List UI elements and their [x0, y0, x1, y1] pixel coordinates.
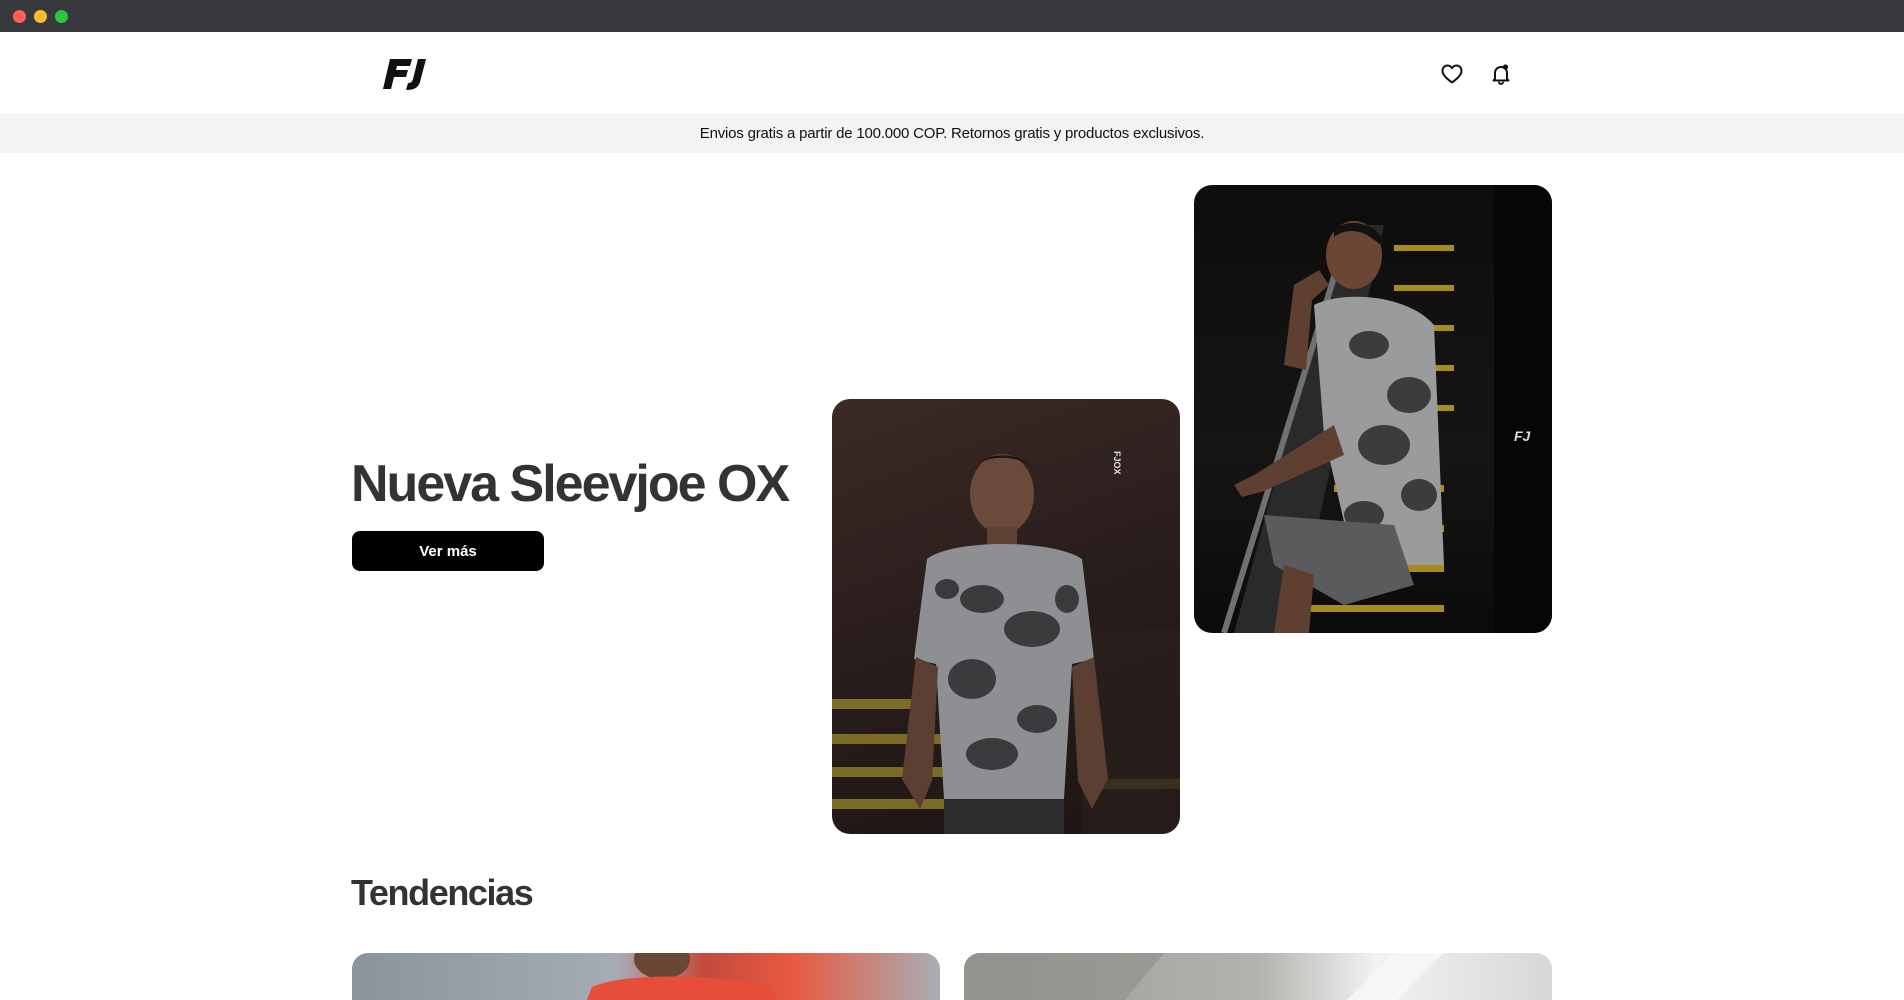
model-front-illustration: FJOX [832, 451, 1180, 834]
close-window-button[interactable] [13, 9, 26, 23]
wall-print-text: FJOX [1112, 451, 1122, 475]
favorites-button[interactable] [1437, 59, 1467, 89]
hero-photo-model-stretch[interactable]: FJ [1194, 185, 1552, 633]
site-header [0, 32, 1904, 114]
heart-icon [1441, 64, 1463, 84]
brand-logo[interactable] [382, 56, 438, 92]
announcement-bar: Envios gratis a partir de 100.000 COP. R… [0, 114, 1904, 153]
model-stretch-illustration: FJ [1221, 185, 1552, 633]
page-viewport: Envios gratis a partir de 100.000 COP. R… [0, 32, 1904, 1000]
trend-card[interactable] [964, 953, 1552, 1000]
minimize-window-button[interactable] [34, 9, 47, 23]
trend-card[interactable] [352, 953, 940, 1000]
bell-icon [1492, 64, 1510, 85]
trends-title: Tendencias [351, 872, 534, 913]
trend-photo-concrete [964, 953, 1444, 1000]
photo-brand-logo: FJ [1514, 428, 1532, 444]
notifications-button[interactable] [1486, 59, 1516, 89]
hero-photo-model-front[interactable]: FJOX [832, 399, 1180, 834]
see-more-button[interactable]: Ver más [352, 531, 544, 571]
trend-photo-red-shirt [587, 953, 777, 1000]
announcement-text: Envios gratis a partir de 100.000 COP. R… [699, 125, 1205, 142]
hero-title: Nueva Sleevjoe OX [351, 455, 790, 513]
window-titlebar [0, 0, 1904, 32]
fj-logo-icon [383, 59, 426, 90]
maximize-window-button[interactable] [55, 9, 68, 23]
